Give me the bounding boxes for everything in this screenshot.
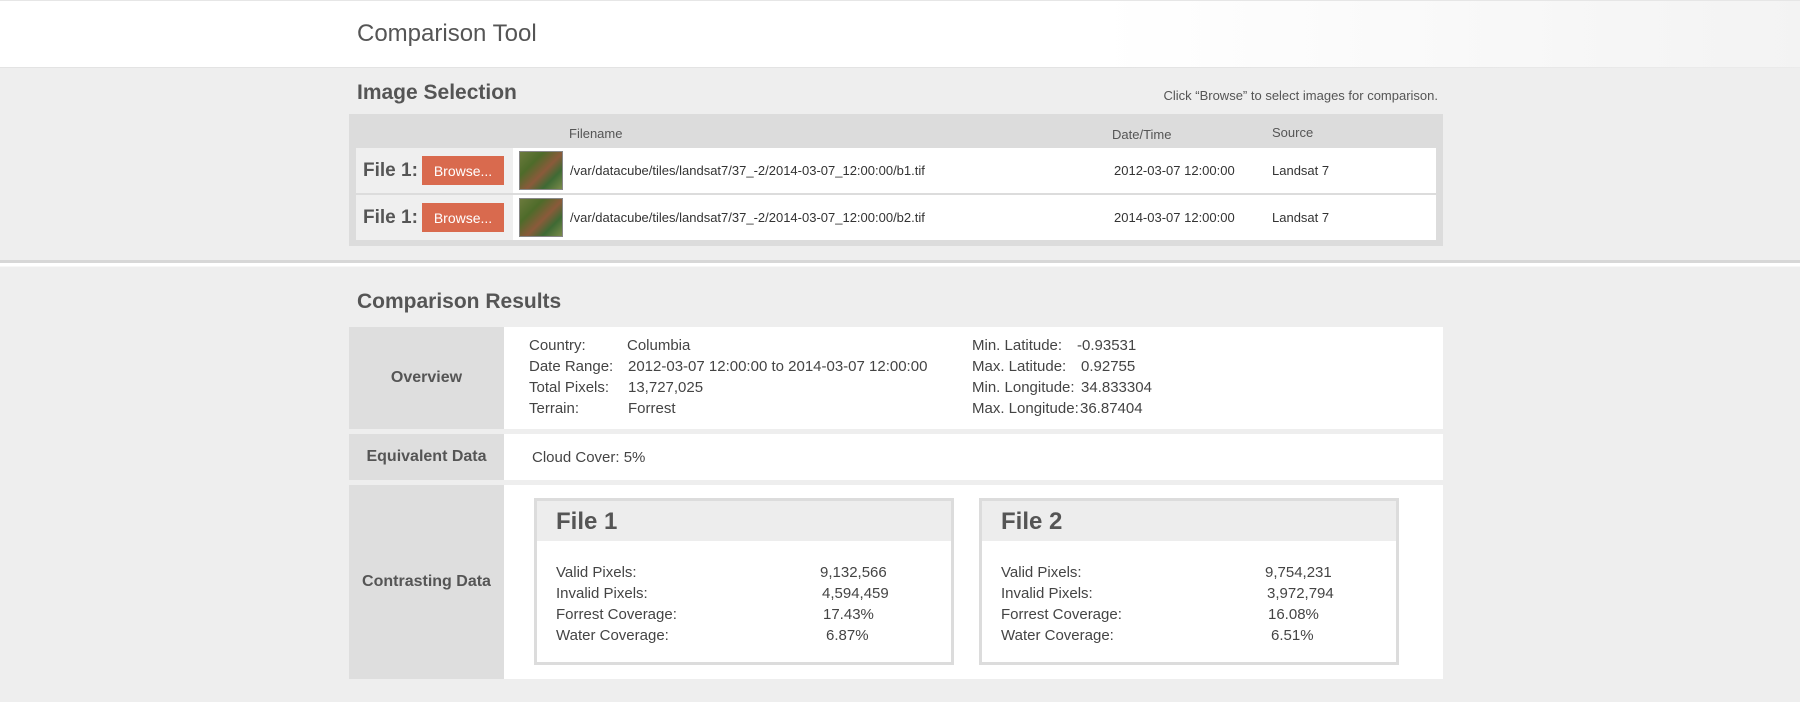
file-source: Landsat 7 (1272, 210, 1330, 225)
stat-key: Water Coverage: (556, 627, 669, 644)
overview-label: Overview (349, 327, 504, 429)
file-row: File 1: Browse... /var/datacube/tiles/la… (356, 148, 1436, 193)
browse-button[interactable]: Browse... (422, 203, 504, 232)
overview-value: 34.833304 (1081, 379, 1152, 396)
contrasting-data-label: Contrasting Data (349, 485, 504, 679)
overview-value: 36.87404 (1080, 400, 1143, 417)
column-header-filename: Filename (569, 126, 623, 141)
overview-key: Min. Longitude: (972, 379, 1075, 396)
image-thumbnail (519, 198, 563, 237)
stat-key: Valid Pixels: (1001, 564, 1082, 581)
overview-key: Country: (529, 337, 586, 354)
file-datetime: 2014-03-07 12:00:00 (1114, 210, 1235, 225)
column-header-datetime: Date/Time (1112, 127, 1172, 142)
equivalent-data-label: Equivalent Data (349, 434, 504, 480)
file-datetime: 2012-03-07 12:00:00 (1114, 163, 1235, 178)
overview-key: Min. Latitude: (972, 337, 1063, 354)
stat-value: 3,972,794 (1267, 585, 1334, 602)
stat-value: 16.08% (1268, 606, 1319, 623)
contrasting-data-row: Contrasting Data File 1 Valid Pixels: 9,… (349, 485, 1443, 679)
stat-value: 6.87% (826, 627, 869, 644)
stat-key: Invalid Pixels: (556, 585, 648, 602)
image-thumbnail (519, 151, 563, 190)
stat-key: Valid Pixels: (556, 564, 637, 581)
stat-value: 4,594,459 (822, 585, 889, 602)
stat-key: Invalid Pixels: (1001, 585, 1093, 602)
app-title: Comparison Tool (357, 20, 537, 47)
file-row-label: File 1: (363, 160, 418, 181)
file-row-label: File 1: (363, 207, 418, 228)
selection-hint: Click “Browse” to select images for comp… (1163, 88, 1438, 103)
column-header-source: Source (1272, 125, 1314, 140)
overview-value: 13,727,025 (628, 379, 704, 396)
equivalent-data-row: Equivalent Data Cloud Cover: 5% (349, 434, 1443, 480)
file-1-card: File 1 Valid Pixels: 9,132,566 Invalid P… (534, 498, 954, 665)
browse-button[interactable]: Browse... (422, 156, 504, 185)
overview-value: 2012-03-07 12:00:00 to 2014-03-07 12:00:… (628, 358, 928, 375)
stat-key: Forrest Coverage: (556, 606, 677, 623)
file-row: File 1: Browse... /var/datacube/tiles/la… (356, 195, 1436, 240)
overview-value: Forrest (628, 400, 676, 417)
overview-value: -0.93531 (1077, 337, 1137, 354)
comparison-results-title: Comparison Results (357, 290, 562, 313)
file-path: /var/datacube/tiles/landsat7/37_-2/2014-… (570, 210, 925, 225)
card-header: File 1 (537, 501, 951, 541)
file-row-controls: File 1: Browse... (356, 195, 513, 240)
stat-value: 9,132,566 (820, 564, 887, 581)
overview-value: 0.92755 (1081, 358, 1136, 375)
stat-value: 6.51% (1271, 627, 1314, 644)
overview-key: Total Pixels: (529, 379, 610, 396)
card-title: File 1 (556, 508, 618, 535)
file-table: Filename Date/Time Source File 1: Browse… (349, 114, 1443, 246)
header-bar (0, 0, 1800, 69)
file-path: /var/datacube/tiles/landsat7/37_-2/2014-… (570, 163, 925, 178)
stat-value: 9,754,231 (1265, 564, 1332, 581)
overview-key: Max. Longitude: (972, 400, 1079, 417)
file-source: Landsat 7 (1272, 163, 1330, 178)
stat-value: 17.43% (823, 606, 874, 623)
overview-key: Date Range: (529, 358, 614, 375)
overview-row: Overview Country: Columbia Date Range: 2… (349, 327, 1443, 429)
stat-key: Forrest Coverage: (1001, 606, 1122, 623)
stat-key: Water Coverage: (1001, 627, 1114, 644)
file-row-controls: File 1: Browse... (356, 148, 513, 193)
cloud-cover-value: Cloud Cover: 5% (532, 449, 646, 466)
file-2-card: File 2 Valid Pixels: 9,754,231 Invalid P… (979, 498, 1399, 665)
card-header: File 2 (982, 501, 1396, 541)
card-title: File 2 (1001, 508, 1063, 535)
overview-value: Columbia (627, 337, 691, 354)
overview-key: Terrain: (529, 400, 580, 417)
overview-key: Max. Latitude: (972, 358, 1067, 375)
image-selection-title: Image Selection (357, 81, 517, 104)
